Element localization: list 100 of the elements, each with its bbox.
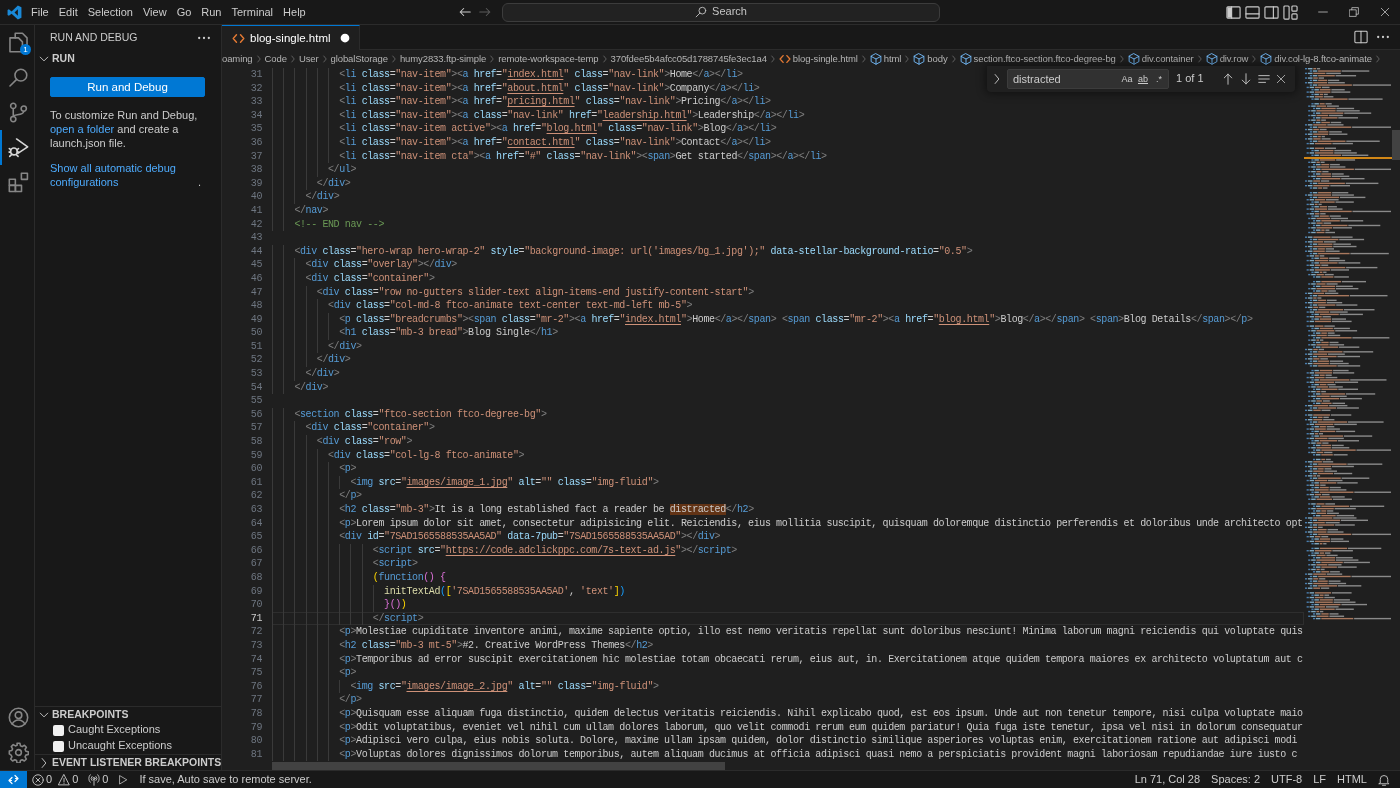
code-line: </script> xyxy=(372,611,424,626)
lines-icon[interactable] xyxy=(1258,73,1270,85)
breadcrumb-item[interactable]: section.ftco-section.ftco-degree-bg xyxy=(959,53,1116,65)
code-brackets-icon xyxy=(778,53,791,65)
panel-layout-icon[interactable] xyxy=(1245,4,1260,20)
code-line: <p>Odit voluptatibus, eveniet vel nihil cum ullam dolores laborum, quo velit commodi rerum eum quidem pariatur! Quia fuga iste tenetur, ipsa vel nisi in dolorum consequatur xyxy=(339,720,1303,735)
right-sidebar-layout-icon[interactable] xyxy=(1264,4,1279,20)
menu-item[interactable]: File xyxy=(26,3,54,21)
section-header[interactable]: RUN xyxy=(35,50,221,68)
line-number: 61 xyxy=(250,476,262,488)
line-number: 37 xyxy=(250,150,262,162)
explorer-button[interactable]: 1 xyxy=(0,25,34,60)
line-number: 47 xyxy=(250,286,262,298)
line-number: 67 xyxy=(250,558,262,570)
breadcrumb-item[interactable]: body xyxy=(913,53,948,65)
code-line: }()) xyxy=(384,598,407,612)
arrow-down-icon[interactable] xyxy=(1240,73,1252,85)
line-number: 60 xyxy=(250,463,262,475)
sidebar-layout-icon[interactable] xyxy=(1226,4,1241,20)
play-icon[interactable] xyxy=(118,774,129,785)
command-center[interactable]: Search xyxy=(502,2,940,22)
show-configurations-link[interactable]: Show all automatic debug configurations xyxy=(50,161,198,189)
breadcrumb-item[interactable]: div.col-lg-8.ftco-animate xyxy=(1260,53,1372,65)
breadcrumb-item[interactable]: humy2833.ftp-simple xyxy=(399,53,487,65)
menu-item[interactable]: Go xyxy=(171,3,197,21)
scrollbar-thumb[interactable] xyxy=(1392,130,1400,160)
search-icon xyxy=(7,67,29,88)
breadcrumb-item[interactable]: Code xyxy=(264,53,287,65)
breadcrumb-item[interactable]: remote-workspace-temp xyxy=(498,53,599,65)
breadcrumb-item[interactable]: User xyxy=(298,53,319,65)
status-item[interactable]: Spaces: 2 xyxy=(1211,772,1261,787)
breadcrumb-item[interactable]: blog-single.html xyxy=(778,53,858,65)
line-number: 72 xyxy=(250,626,262,638)
checkbox[interactable] xyxy=(53,740,64,752)
close-icon[interactable] xyxy=(1379,7,1390,17)
code-line: </div> xyxy=(316,176,351,191)
line-number: 42 xyxy=(250,218,262,230)
code-line: <!-- END nav --> xyxy=(294,217,385,232)
breadcrumb-item[interactable]: 370fdee5b4afcc05d1788745fe3ec1a4 xyxy=(610,53,767,65)
problems-status[interactable]: 0 0 xyxy=(27,771,84,788)
line-number: 52 xyxy=(250,354,262,366)
chevron-right-icon xyxy=(768,55,777,63)
arrow-left-icon[interactable] xyxy=(458,5,472,19)
regex-toggle[interactable]: .* xyxy=(1152,72,1166,86)
menu-item[interactable]: View xyxy=(137,3,172,21)
line-number: 55 xyxy=(250,395,262,407)
breadcrumb-item[interactable]: globalStorage xyxy=(330,53,388,65)
breadcrumb-item[interactable]: div.container xyxy=(1127,53,1194,65)
code-brackets-icon xyxy=(232,31,245,45)
antenna-icon xyxy=(88,773,101,786)
minimap-drawing[interactable] xyxy=(1304,68,1392,620)
person-icon xyxy=(7,707,29,728)
bell-icon[interactable] xyxy=(1378,773,1390,786)
whole-word-toggle[interactable]: ab xyxy=(1136,72,1150,86)
open-folder-link[interactable]: open a folder xyxy=(50,123,115,135)
status-item[interactable]: Ln 71, Col 28 xyxy=(1134,772,1201,787)
breadcrumb-item[interactable]: div.row xyxy=(1205,53,1249,65)
status-item[interactable]: HTML xyxy=(1337,772,1367,787)
line-number: 78 xyxy=(250,707,262,719)
menu-item[interactable]: Selection xyxy=(82,3,138,21)
split-editor-icon[interactable] xyxy=(1354,30,1368,44)
breadcrumb-item[interactable]: html xyxy=(869,53,902,65)
restore-icon[interactable] xyxy=(1348,7,1359,17)
scrollbar-thumb[interactable] xyxy=(272,762,725,770)
line-number: 31 xyxy=(250,69,262,80)
match-case-toggle[interactable]: Aa xyxy=(1120,72,1134,86)
customize-layout-icon[interactable] xyxy=(1283,4,1298,20)
code-line: </div> xyxy=(316,353,351,368)
line-number: 69 xyxy=(250,585,262,597)
run-and-debug-button[interactable]: Run and Debug xyxy=(50,77,205,97)
menu-item[interactable]: Help xyxy=(278,3,311,21)
checkbox-label: Uncaught Exceptions xyxy=(68,739,172,753)
line-number: 53 xyxy=(250,368,262,380)
code-line: <p>Temporibus ad error suscipit exercitationem hic molestiae totam obcaecati rerum, eius aut, in. Exercitationem atque quidem tempora maiores ex architecto voluptatum aut c xyxy=(339,652,1303,667)
status-item[interactable]: LF xyxy=(1313,772,1327,787)
remote-icon[interactable] xyxy=(0,771,27,788)
status-item[interactable]: UTF-8 xyxy=(1271,772,1303,787)
editor-tab[interactable]: blog-single.html xyxy=(222,25,360,50)
menu-item[interactable]: Edit xyxy=(53,3,83,21)
line-number: 34 xyxy=(250,109,262,121)
line-number: 38 xyxy=(250,164,262,176)
section-header[interactable]: BREAKPOINTS xyxy=(35,706,221,722)
line-number: 59 xyxy=(250,449,262,461)
code-line: <div class="row no-gutters slider-text align-items-end justify-content-start"> xyxy=(316,285,754,300)
menu-item[interactable]: Terminal xyxy=(226,3,279,21)
chevron-right-icon xyxy=(389,55,398,63)
chevron-right-icon xyxy=(320,55,329,63)
line-number: 48 xyxy=(250,300,262,312)
ports-status[interactable]: 0 xyxy=(83,771,114,788)
code-line: initTextAd(['7SAD1565588535AA5AD', 'text']) xyxy=(384,584,625,599)
blocks-icon xyxy=(7,172,29,193)
arrow-up-icon[interactable] xyxy=(1222,73,1234,85)
breadcrumb-item[interactable]: oaming xyxy=(222,53,253,65)
code-line: <div class="container"> xyxy=(305,271,435,286)
cube-icon xyxy=(1127,53,1140,65)
menu-item[interactable]: Run xyxy=(196,3,227,21)
close-icon[interactable] xyxy=(1276,74,1286,84)
line-number: 46 xyxy=(250,272,262,284)
checkbox[interactable] xyxy=(53,724,64,736)
code-line: <div class="hero-wrap hero-wrap-2" style="background-image: url('images/bg_1.jpg');" data-stellar-background-ratio="0.5"> xyxy=(294,244,973,259)
